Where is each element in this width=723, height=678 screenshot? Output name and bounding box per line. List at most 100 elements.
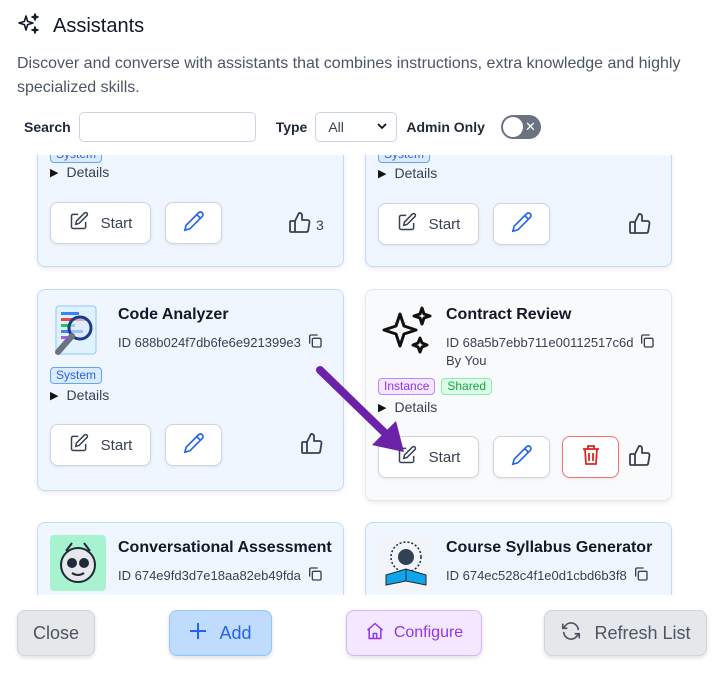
refresh-label: Refresh List <box>594 622 691 643</box>
assistant-name: Course Syllabus Generator <box>446 539 653 556</box>
copy-icon[interactable] <box>307 566 323 585</box>
system-badge: System <box>50 367 103 384</box>
details-label: Details <box>66 164 110 180</box>
close-icon: ✕ <box>525 119 536 134</box>
pencil-icon <box>511 211 533 237</box>
details-label: Details <box>66 387 110 403</box>
filter-bar: Search Type All Admin Only ✕ <box>24 112 541 142</box>
assistant-name: Contract Review <box>446 306 572 323</box>
thumbs-up-icon <box>300 432 324 459</box>
add-button[interactable]: Add <box>169 610 272 656</box>
details-toggle[interactable]: ▶ Details <box>378 399 437 415</box>
assistant-id: ID 68a5b7ebb711e00112517c6d <box>446 333 655 352</box>
system-badge: System <box>378 155 431 163</box>
edit-note-icon <box>397 445 417 469</box>
assistant-id: ID 688b024f7db6fe6e921399e3 <box>118 333 323 352</box>
assistant-card: Code Analyzer ID 688b024f7db6fe6e921399e… <box>37 289 344 491</box>
shared-badge: Shared <box>441 378 493 395</box>
home-icon <box>365 621 385 646</box>
assistant-id-text: ID 674e9fd3d7e18aa82eb49fda <box>118 568 301 583</box>
course-syllabus-avatar <box>378 535 434 591</box>
plus-icon <box>189 622 207 645</box>
details-toggle[interactable]: ▶ Details <box>378 165 437 181</box>
code-analyzer-avatar <box>50 302 106 358</box>
details-label: Details <box>394 399 438 415</box>
header: Assistants <box>17 12 144 41</box>
assistant-name: Conversational Assessment <box>118 539 332 556</box>
start-label: Start <box>100 214 133 232</box>
thumbs-up-icon <box>628 212 652 239</box>
author-byline: By You <box>446 353 487 368</box>
refresh-icon <box>560 620 582 647</box>
trash-icon <box>581 444 601 470</box>
sparkles-icon <box>17 12 41 41</box>
details-label: Details <box>394 165 438 181</box>
edit-note-icon <box>69 433 89 457</box>
admin-only-toggle[interactable]: ✕ <box>500 115 541 139</box>
edit-button[interactable] <box>493 203 550 245</box>
page-description: Discover and converse with assistants th… <box>17 55 681 96</box>
start-button[interactable]: Start <box>50 202 151 244</box>
triangle-right-icon: ▶ <box>378 167 387 180</box>
thumbs-up-icon <box>288 211 312 238</box>
configure-button[interactable]: Configure <box>346 610 482 656</box>
start-label: Start <box>100 436 133 454</box>
details-toggle[interactable]: ▶ Details <box>50 387 109 403</box>
triangle-right-icon: ▶ <box>50 166 59 179</box>
like-count: 3 <box>316 216 324 233</box>
like-button[interactable] <box>628 212 652 239</box>
edit-button[interactable] <box>165 424 222 466</box>
triangle-right-icon: ▶ <box>378 401 387 414</box>
start-label: Start <box>428 215 461 233</box>
assistant-list[interactable]: System ▶ Details Start 3 System <box>0 155 723 595</box>
instance-badge: Instance <box>378 378 436 395</box>
copy-icon[interactable] <box>633 566 649 585</box>
search-input[interactable] <box>78 112 256 142</box>
system-badge: System <box>50 155 103 163</box>
triangle-right-icon: ▶ <box>50 389 59 402</box>
start-label: Start <box>428 448 461 466</box>
assistant-name: Code Analyzer <box>118 306 229 323</box>
start-button[interactable]: Start <box>378 436 479 478</box>
assistant-id: ID 674ec528c4f1e0d1cbd6b3f8 <box>446 566 649 585</box>
admin-only-label: Admin Only <box>406 119 485 135</box>
start-button[interactable]: Start <box>50 424 151 466</box>
assistant-id-text: ID 688b024f7db6fe6e921399e3 <box>118 335 301 350</box>
edit-button[interactable] <box>165 202 222 244</box>
details-toggle[interactable]: ▶ Details <box>50 164 109 180</box>
assistant-card: Course Syllabus Generator ID 674ec528c4f… <box>365 522 672 595</box>
configure-label: Configure <box>393 624 464 641</box>
assistant-id: ID 674e9fd3d7e18aa82eb49fda <box>118 566 323 585</box>
page-title: Assistants <box>53 15 145 37</box>
like-button[interactable] <box>300 432 324 459</box>
close-label: Close <box>32 622 80 643</box>
copy-icon[interactable] <box>307 333 323 352</box>
assistant-card: System ▶ Details Start <box>365 155 672 267</box>
pencil-icon <box>183 432 205 458</box>
pencil-icon <box>183 210 205 236</box>
assistant-id-text: ID 674ec528c4f1e0d1cbd6b3f8 <box>446 568 627 583</box>
like-button[interactable]: 3 <box>288 211 324 238</box>
add-label: Add <box>219 622 252 643</box>
close-button[interactable]: Close <box>17 610 95 656</box>
type-select[interactable]: All <box>315 112 398 142</box>
pencil-icon <box>511 444 533 470</box>
assistant-id-text: ID 68a5b7ebb711e00112517c6d <box>446 335 634 350</box>
delete-button[interactable] <box>562 436 619 478</box>
search-label: Search <box>24 119 71 135</box>
toggle-knob <box>502 117 523 137</box>
type-select-value: All <box>328 119 344 135</box>
assistant-card: System ▶ Details Start 3 <box>37 155 344 267</box>
assistant-card: Contract Review ID 68a5b7ebb711e00112517… <box>365 289 672 501</box>
sparkles-avatar <box>378 302 434 358</box>
copy-icon[interactable] <box>639 333 655 352</box>
thumbs-up-icon <box>628 444 652 471</box>
start-button[interactable]: Start <box>378 203 479 245</box>
edit-note-icon <box>69 211 89 235</box>
like-button[interactable] <box>628 444 652 471</box>
refresh-button[interactable]: Refresh List <box>544 610 707 656</box>
type-label: Type <box>275 119 308 135</box>
edit-note-icon <box>397 212 417 236</box>
conversational-assessment-avatar <box>50 535 106 591</box>
edit-button[interactable] <box>493 436 550 478</box>
